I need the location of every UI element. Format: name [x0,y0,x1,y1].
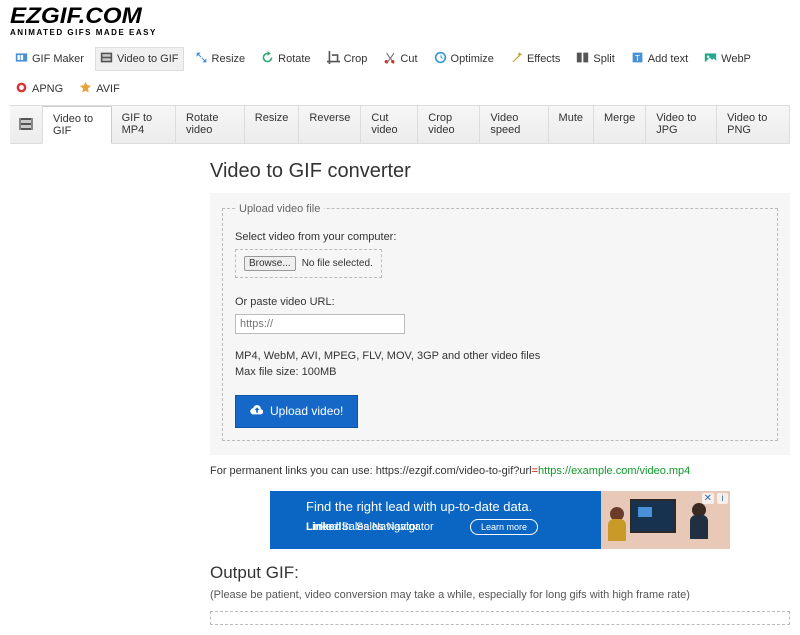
nav-add-text[interactable]: T Add text [626,47,693,71]
webp-icon [704,51,717,67]
nav-label: Add text [648,53,688,65]
nav-label: APNG [32,83,63,95]
file-drop-area[interactable]: Browse... No file selected. [235,249,382,278]
svg-text:T: T [635,54,640,63]
nav-optimize[interactable]: Optimize [429,47,499,71]
supported-formats: MP4, WebM, AVI, MPEG, FLV, MOV, 3GP and … [235,348,765,381]
tab-reverse[interactable]: Reverse [299,106,361,143]
tab-mute[interactable]: Mute [549,106,594,143]
nav-label: GIF Maker [32,53,84,65]
upload-button[interactable]: Upload video! [235,395,358,428]
nav-rotate[interactable]: Rotate [256,47,315,71]
nav-label: Resize [212,53,246,65]
nav-label: Effects [527,53,560,65]
tab-cut-video[interactable]: Cut video [361,106,418,143]
avif-icon [79,81,92,97]
resize-icon [195,51,208,67]
formats-line: MP4, WebM, AVI, MPEG, FLV, MOV, 3GP and … [235,348,765,365]
upload-button-label: Upload video! [270,404,343,418]
nav-cut[interactable]: Cut [378,47,422,71]
ad-illustration [602,497,712,543]
gif-maker-icon [15,51,28,67]
nav-label: Split [593,53,614,65]
main-content: Video to GIF converter Upload video file… [0,144,800,635]
upload-fieldset: Upload video file Select video from your… [222,203,778,441]
tab-merge[interactable]: Merge [594,106,646,143]
nav-gif-maker[interactable]: GIF Maker [10,47,89,71]
optimize-icon [434,51,447,67]
crop-icon [327,51,340,67]
permalink-hint: For permanent links you can use: https:/… [210,465,790,477]
paste-url-label: Or paste video URL: [235,296,765,308]
rotate-icon [261,51,274,67]
cloud-upload-icon [250,403,264,420]
output-note: (Please be patient, video conversion may… [210,589,790,601]
nav-crop[interactable]: Crop [322,47,373,71]
logo-tagline: ANIMATED GIFS MADE EASY [10,28,790,37]
select-file-label: Select video from your computer: [235,231,765,243]
max-size-line: Max file size: 100MB [235,364,765,381]
browse-button[interactable]: Browse... [244,256,296,271]
nav-label: Video to GIF [117,53,179,65]
output-heading: Output GIF: [210,563,790,583]
nav-split[interactable]: Split [571,47,619,71]
nav-label: Optimize [451,53,494,65]
add-text-icon: T [631,51,644,67]
nav-label: WebP [721,53,751,65]
video-to-gif-icon [100,51,113,67]
nav-label: Cut [400,53,417,65]
ad-cta-button[interactable]: Learn more [470,519,538,535]
primary-nav: GIF Maker Video to GIF Resize Rotate Crop Cut… [0,37,800,105]
tab-video-to-png[interactable]: Video to PNG [717,106,790,143]
tab-crop-video[interactable]: Crop video [418,106,480,143]
upload-legend: Upload video file [235,203,324,215]
tab-video-to-gif[interactable]: Video to GIF [42,106,112,144]
nav-resize[interactable]: Resize [190,47,251,71]
url-input[interactable] [235,314,405,334]
nav-avif[interactable]: AVIF [74,77,125,101]
nav-label: Crop [344,53,368,65]
upload-panel: Upload video file Select video from your… [210,193,790,455]
tab-gif-to-mp4[interactable]: GIF to MP4 [112,106,176,143]
tab-rotate-video[interactable]: Rotate video [176,106,245,143]
film-icon [10,106,42,143]
site-logo[interactable]: EZGIF.COM ANIMATED GIFS MADE EASY [0,0,800,37]
nav-label: AVIF [96,83,120,95]
secondary-nav: Video to GIFGIF to MP4Rotate videoResize… [10,105,790,144]
ad-banner[interactable]: ✕ i Find the right lead with up-to-date … [270,491,730,549]
page-title: Video to GIF converter [210,160,790,183]
effects-icon [510,51,523,67]
nav-apng[interactable]: APNG [10,77,68,101]
apng-icon [15,81,28,97]
nav-webp[interactable]: WebP [699,47,756,71]
tab-resize[interactable]: Resize [245,106,300,143]
cut-icon [383,51,396,67]
nav-video-to-gif[interactable]: Video to GIF [95,47,184,71]
file-status-text: No file selected. [302,258,373,269]
split-icon [576,51,589,67]
logo-text: EZGIF.COM [10,6,800,26]
output-placeholder [210,611,790,625]
ad-headline: Find the right lead with up-to-date data… [306,499,532,514]
tab-video-to-jpg[interactable]: Video to JPG [646,106,717,143]
nav-label: Rotate [278,53,310,65]
nav-effects[interactable]: Effects [505,47,565,71]
tab-video-speed[interactable]: Video speed [480,106,548,143]
ad-info-icon[interactable]: i [717,493,728,504]
